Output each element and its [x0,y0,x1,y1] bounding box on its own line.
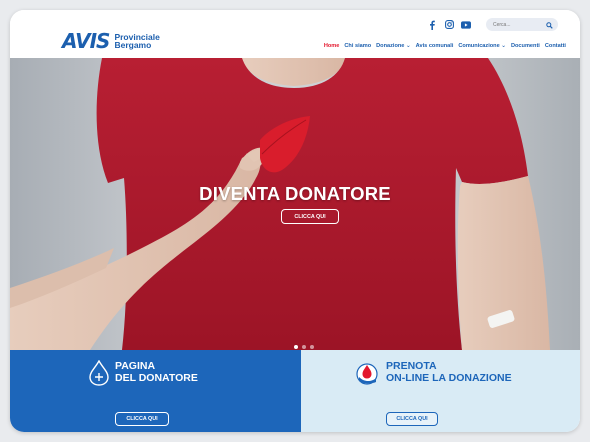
logo-line-2: Bergamo [114,40,152,50]
avis-logo[interactable]: AVIS Provinciale Bergamo [62,29,160,53]
search-input[interactable] [493,21,533,28]
slider-dot-2[interactable] [302,345,306,349]
logo-mark: AVIS [62,29,110,53]
donor-page-button[interactable]: CLICCA QUI [115,412,169,426]
site-header: AVIS Provinciale Bergamo Cerca... Home C… [10,10,580,58]
search-icon[interactable] [546,16,553,34]
book-title-line-2: ON-LINE LA DONAZIONE [386,371,512,384]
hero-cta-button[interactable]: CLICCA QUI [281,209,339,224]
donor-title-line-2: DEL DONATORE [115,371,198,384]
main-nav: Home Chi siamo Donazione ⌄ Avis comunali… [324,43,566,49]
hero-title: DIVENTA DONATORE [199,183,391,204]
nav-chi-siamo[interactable]: Chi siamo [344,43,371,49]
browser-page: AVIS Provinciale Bergamo Cerca... Home C… [10,10,580,432]
book-donation-title: PRENOTA ON-LINE LA DONAZIONE [386,360,512,384]
nav-comunicazione[interactable]: Comunicazione ⌄ [458,43,506,49]
book-donation-panel: PRENOTA ON-LINE LA DONAZIONE CLICCA QUI [301,350,580,432]
youtube-icon[interactable] [461,20,471,30]
slider-dot-3[interactable] [310,345,314,349]
nav-home[interactable]: Home [324,43,340,49]
slider-dot-1[interactable] [294,345,298,349]
book-donation-button[interactable]: CLICCA QUI [386,412,438,426]
logo-subtitle: Provinciale Bergamo [114,32,159,50]
instagram-icon[interactable] [444,20,454,30]
blood-drop-hand-icon [355,361,379,390]
nav-donazione[interactable]: Donazione ⌄ [376,43,411,49]
nav-documenti[interactable]: Documenti [511,43,540,49]
book-title-line-1: PRENOTA [386,360,437,372]
hero-slider: DIVENTA DONATORE CLICCA QUI [10,58,580,350]
drop-plus-icon [88,359,110,391]
nav-avis-comunali[interactable]: Avis comunali [416,43,454,49]
donor-page-panel: PAGINA DEL DONATORE CLICCA QUI [10,350,301,432]
donor-title-line-1: PAGINA [115,360,156,372]
facebook-icon[interactable] [427,20,437,30]
nav-contatti[interactable]: Contatti [545,43,566,49]
slider-dots [294,345,314,349]
header-topbar [427,18,558,31]
donor-page-title: PAGINA DEL DONATORE [115,360,198,384]
search-box[interactable] [486,18,558,31]
